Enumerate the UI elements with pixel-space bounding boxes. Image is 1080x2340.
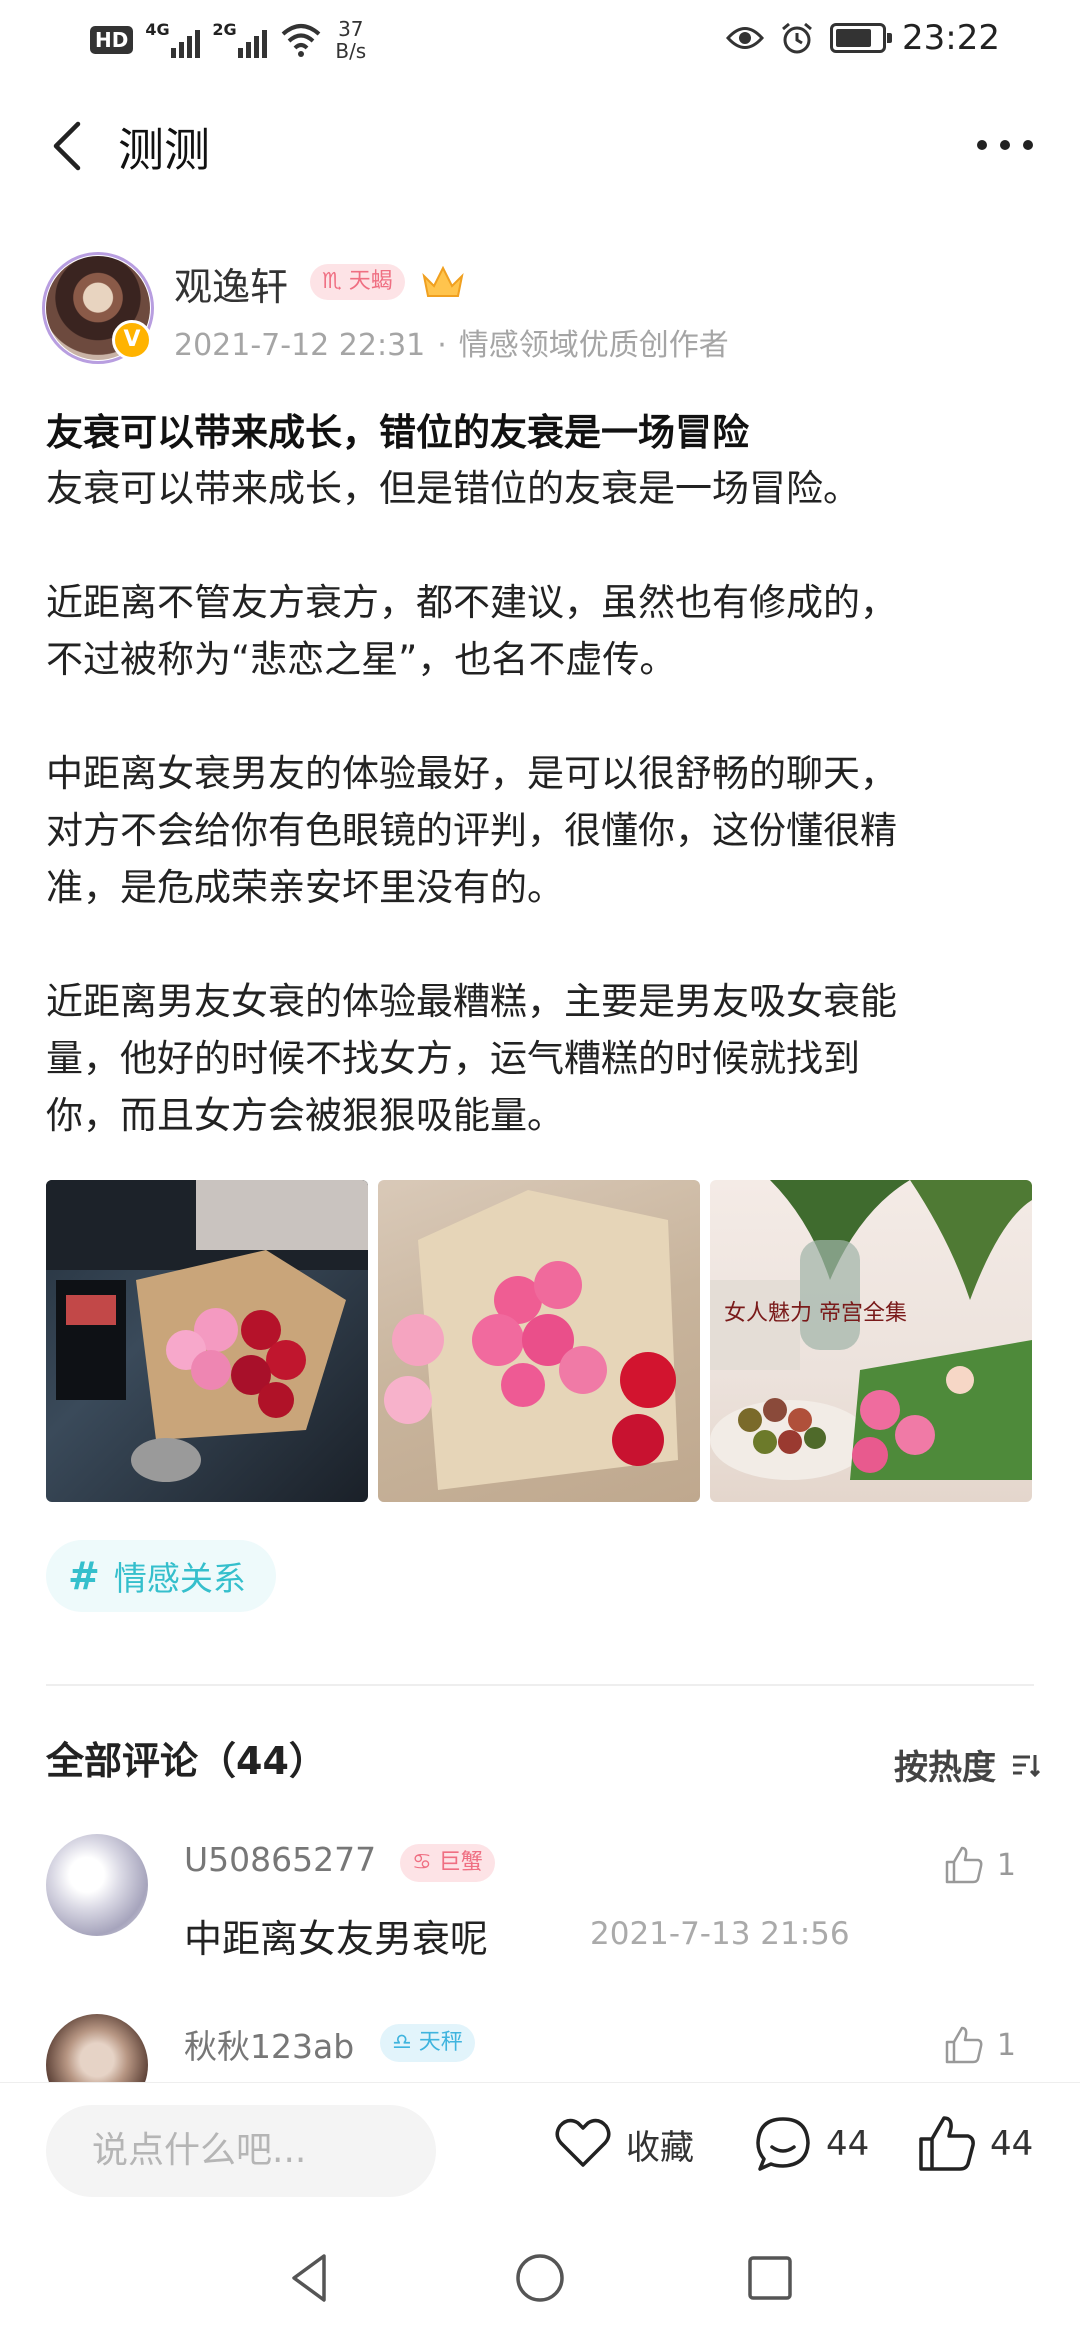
page-title: 测测: [118, 123, 210, 177]
like-button[interactable]: 44: [916, 2113, 1033, 2175]
commenter-avatar[interactable]: [46, 1834, 148, 1936]
heart-icon: [555, 2118, 611, 2167]
more-options-icon[interactable]: [970, 122, 1040, 168]
commenter-zodiac-tag: ♋ 巨蟹: [400, 1844, 495, 1882]
author-header: V 观逸轩 ♏ 天蝎 2021-7-12 22:31 · 情感领域优质创作者: [42, 252, 1046, 376]
thumbs-up-icon: [945, 2026, 983, 2064]
wifi-icon: [282, 24, 321, 57]
post-paragraph: 中距离女衰男友的体验最好，是可以很舒畅的聊天， 对方不会给你有色眼镜的评判，很懂…: [46, 752, 897, 909]
vip-badge-icon: V: [112, 320, 152, 360]
comment-like-button[interactable]: 1: [943, 1844, 1016, 1886]
signal-icon-sim1: 4G: [145, 20, 201, 58]
like-count: 44: [990, 2124, 1034, 2164]
alarm-icon: [782, 22, 812, 54]
photo-roses-and-lychees[interactable]: 女人魅力 帝宫全集: [710, 1180, 1032, 1502]
post-title: 友衰可以带来成长，错位的友衰是一场冒险: [46, 411, 749, 454]
comment-count: 44: [826, 2124, 870, 2164]
battery-icon: [830, 23, 893, 53]
comment-like-button[interactable]: 1: [943, 2024, 1016, 2066]
photo-rose-bouquet[interactable]: [378, 1180, 700, 1502]
system-nav-bar: [0, 2216, 1080, 2340]
author-meta: 2021-7-12 22:31 · 情感领域优质创作者: [174, 328, 729, 363]
sort-label: 按热度: [894, 1748, 996, 1788]
post-body: 友衰可以带来成长，但是错位的友衰是一场冒险。 近距离不管友方衰方，都不建议，虽然…: [46, 460, 1046, 1201]
crown-icon: [422, 265, 464, 297]
nav-recent-apps-icon[interactable]: [740, 2248, 800, 2308]
roses-and-lychees-image: 女人魅力 帝宫全集: [710, 1180, 1032, 1480]
photo-roses-in-car[interactable]: [46, 1180, 368, 1502]
hd-badge: HD: [90, 26, 134, 54]
sort-by-hot-button[interactable]: 按热度: [894, 1740, 1040, 1789]
author-role: 情感领域优质创作者: [458, 328, 729, 363]
comment-item: U50865277 ♋ 巨蟹 1 中距离女友男衰呢 2021-7-13 21:5…: [46, 1834, 1046, 1964]
comments-header: 全部评论（44）: [46, 1739, 327, 1783]
bottom-action-bar: 说点什么吧... 收藏 44 44: [0, 2082, 1080, 2216]
commenter-zodiac-tag: ♎ 天秤: [380, 2024, 475, 2062]
eye-icon: [726, 27, 765, 49]
comment-like-count: 1: [996, 2027, 1016, 2063]
thumbs-up-icon: [945, 1846, 983, 1884]
battery-level: [836, 29, 872, 47]
network-speed: 37 B/s: [335, 17, 367, 63]
author-zodiac-tag: ♏ 天蝎: [310, 264, 405, 300]
status-bar: HD 4G 2G 37 B/s 23:22: [0, 0, 1080, 80]
comment-text: 中距离女友男衰呢: [184, 1917, 489, 1961]
sort-icon: [1013, 1754, 1040, 1777]
post-paragraph: 近距离不管友方衰方，都不建议，虽然也有修成的， 不过被称为“悲恋之星”，也名不虚…: [46, 581, 897, 681]
speech-bubble-icon: [756, 2117, 810, 2171]
author-name[interactable]: 观逸轩: [174, 256, 288, 311]
status-left: HD 4G 2G 37 B/s: [90, 18, 366, 62]
book-cover-text: 女人魅力 帝宫全集: [724, 1301, 907, 1326]
favorite-button[interactable]: 收藏: [552, 2113, 694, 2175]
status-right: 23:22: [726, 18, 1000, 58]
commenter-name[interactable]: U50865277: [184, 1840, 376, 1879]
title-bar: 测测: [0, 100, 1080, 190]
nav-home-icon[interactable]: [510, 2248, 570, 2308]
commenter-name[interactable]: 秋秋123ab: [184, 2020, 354, 2068]
comment-like-count: 1: [996, 1847, 1016, 1883]
signal-icon-sim2: 2G: [212, 20, 268, 58]
comment-input[interactable]: 说点什么吧...: [46, 2105, 436, 2197]
photo-grid: 女人魅力 帝宫全集: [46, 1180, 1034, 1502]
back-arrow-icon[interactable]: [40, 116, 100, 176]
clock: 23:22: [902, 18, 1000, 58]
nav-back-icon[interactable]: [280, 2248, 340, 2308]
post-paragraph: 近距离男友女衰的体验最糟糕，主要是男友吸女衰能 量，他好的时候不找女方，运气糟糕…: [46, 980, 897, 1137]
post-paragraph: 友衰可以带来成长，但是错位的友衰是一场冒险。: [46, 467, 860, 510]
hashtag-icon: #: [68, 1554, 100, 1598]
topic-chip[interactable]: # 情感关系: [46, 1540, 276, 1612]
comment-button[interactable]: 44: [752, 2113, 869, 2175]
commenter-avatar[interactable]: [46, 2014, 148, 2082]
comment-time: 2021-7-13 21:56: [590, 1916, 850, 1952]
topic-label: 情感关系: [113, 1559, 246, 1598]
post-date: 2021-7-12 22:31: [174, 328, 426, 363]
roses-in-car-image: [46, 1180, 368, 1482]
comment-item: 秋秋123ab ♎ 天秤 1: [46, 2014, 1046, 2082]
section-divider: [46, 1684, 1034, 1686]
thumbs-up-icon: [919, 2116, 975, 2171]
rose-bouquet-image: [384, 1190, 678, 1490]
favorite-label: 收藏: [626, 2127, 694, 2168]
